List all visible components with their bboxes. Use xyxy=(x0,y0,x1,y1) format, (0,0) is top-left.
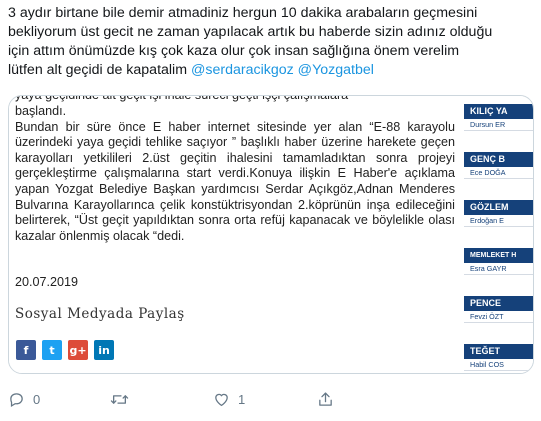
columnist-block: GÖZLEM Erdoğan E xyxy=(464,200,533,227)
tweet-line: 3 aydır birtane bile demir atmadiniz her… xyxy=(8,5,478,21)
article-screenshot: yaya geçidinde alt geçit işi ihale sürec… xyxy=(9,96,461,373)
retweet-icon xyxy=(110,391,129,408)
article-paragraph: Bundan bir süre önce E haber internet si… xyxy=(15,119,455,243)
facebook-icon: f xyxy=(16,340,36,360)
tweet-image[interactable]: yaya geçidinde alt geçit işi ihale sürec… xyxy=(8,95,534,374)
columnist-name: Ece DOĞA xyxy=(464,167,533,179)
twitter-icon: t xyxy=(42,340,62,360)
columnist-name: Dursun ER xyxy=(464,119,533,131)
columnist-heading: TEĞET xyxy=(464,344,533,359)
article-body: başlandı. Bundan bir süre önce E haber i… xyxy=(15,104,455,244)
article-clipped-word: başlandı. xyxy=(15,104,67,118)
tweet-line: bekliyorum üst gecit ne zaman yapılacak … xyxy=(8,24,493,40)
share-buttons: f t g+ in xyxy=(16,340,114,360)
mention-link[interactable]: @Yozgatbel xyxy=(298,62,374,78)
columnist-block: GENÇ B Ece DOĞA xyxy=(464,152,533,179)
columnist-block: TEĞET Habil COS xyxy=(464,344,533,371)
google-plus-icon: g+ xyxy=(68,340,88,360)
columnist-heading: KILIÇ YA xyxy=(464,104,533,119)
article-sidebar: KILIÇ YA Dursun ER GENÇ B Ece DOĞA GÖZLE… xyxy=(464,96,533,373)
like-count: 1 xyxy=(238,391,246,407)
like-button[interactable]: 1 xyxy=(213,391,317,407)
columnist-heading: GENÇ B xyxy=(464,152,533,167)
reply-icon xyxy=(8,391,25,408)
heart-icon xyxy=(213,391,230,407)
mention-link[interactable]: @serdaracikgoz xyxy=(191,62,294,78)
article-date: 20.07.2019 xyxy=(15,275,79,289)
share-tweet-button[interactable] xyxy=(317,391,334,408)
columnist-block: PENCE Fevzi ÖZT xyxy=(464,296,533,323)
tweet-actions: 0 1 xyxy=(8,387,533,411)
retweet-button[interactable] xyxy=(110,391,213,408)
tweet-line: için attım önümüzde kış çok kaza olur ço… xyxy=(8,43,460,59)
columnist-block: MEMLEKET H Esra GAYR xyxy=(464,248,533,275)
columnist-name: Erdoğan E xyxy=(464,215,533,227)
columnist-name: Esra GAYR xyxy=(464,263,533,275)
share-title: Sosyal Medyada Paylaş xyxy=(15,306,185,322)
tweet-line-last: lütfen alt geçidi de kapatalim @serdarac… xyxy=(8,61,533,80)
columnist-block: KILIÇ YA Dursun ER xyxy=(464,104,533,131)
tweet-text: 3 aydır birtane bile demir atmadiniz her… xyxy=(8,4,533,80)
columnist-name: Fevzi ÖZT xyxy=(464,311,533,323)
columnist-heading: GÖZLEM xyxy=(464,200,533,215)
columnist-name: Habil COS xyxy=(464,359,533,371)
linkedin-icon: in xyxy=(94,340,114,360)
reply-count: 0 xyxy=(33,391,41,407)
article-clipped-line: yaya geçidinde alt geçit işi ihale sürec… xyxy=(15,95,349,102)
columnist-heading: MEMLEKET H xyxy=(464,248,533,263)
share-icon xyxy=(317,391,334,408)
columnist-heading: PENCE xyxy=(464,296,533,311)
tweet-line-text: lütfen alt geçidi de kapatalim xyxy=(8,62,191,78)
reply-button[interactable]: 0 xyxy=(8,391,110,408)
